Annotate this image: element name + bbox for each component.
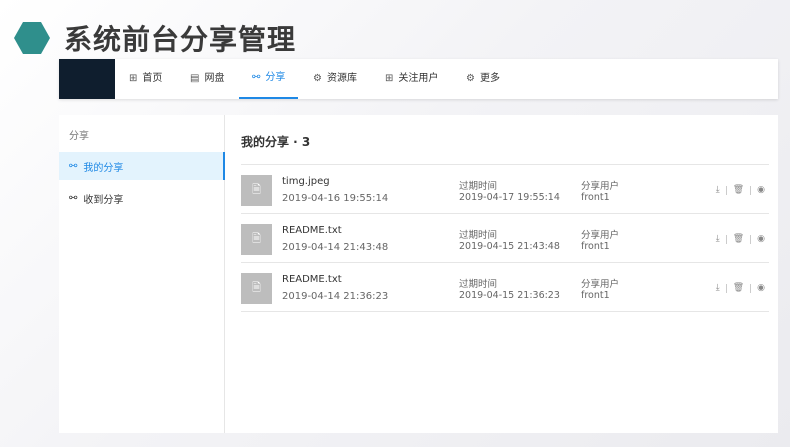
expire-time: 2019-04-15 21:43:48 [459, 241, 560, 252]
share-user-label: 分享用户 [581, 230, 620, 241]
nav-item-netdisk[interactable]: ▤ 网盘 [190, 59, 224, 99]
list-item[interactable]: 🗎 timg.jpeg 2019-04-16 19:55:14 过期时间 201… [241, 165, 769, 214]
share-user: front1 [581, 241, 610, 252]
share-list: 🗎 timg.jpeg 2019-04-16 19:55:14 过期时间 201… [241, 164, 769, 312]
download-icon[interactable]: ⤓ [716, 185, 720, 195]
file-name[interactable]: README.txt [282, 274, 342, 285]
file-icon: 🗎 [241, 175, 272, 206]
app-logo[interactable] [59, 59, 115, 99]
share-icon: ⚯ [69, 192, 78, 204]
expire-label: 过期时间 [459, 230, 498, 241]
sidebar-item-received-shares[interactable]: ⚯ 收到分享 [59, 184, 225, 212]
top-navigation: ⊞ 首页 ▤ 网盘 ⚯ 分享 ⚙ 资源库 ⊞ 关注用户 ⚙ 更多 [59, 59, 778, 99]
trash-icon[interactable]: 🗑 [733, 234, 744, 244]
trash-icon[interactable]: 🗑 [733, 185, 744, 195]
nav-item-label: 更多 [479, 73, 500, 84]
eye-icon[interactable]: ◉ [757, 283, 765, 293]
nav-item-label: 分享 [265, 72, 286, 83]
share-content: 我的分享 · 3 🗎 timg.jpeg 2019-04-16 19:55:14… [241, 115, 769, 433]
download-icon[interactable]: ⤓ [716, 234, 720, 244]
row-actions: ⤓ 🗑 ◉ [716, 283, 765, 293]
share-user-label: 分享用户 [581, 279, 620, 290]
sidebar-heading: 分享 [69, 131, 89, 142]
nav-item-more[interactable]: ⚙ 更多 [466, 59, 500, 99]
hexagon-icon [14, 22, 50, 54]
sidebar-item-label: 收到分享 [83, 194, 124, 206]
created-time: 2019-04-14 21:43:48 [282, 242, 389, 253]
share-user: front1 [581, 192, 610, 203]
list-item[interactable]: 🗎 README.txt 2019-04-14 21:43:48 过期时间 20… [241, 214, 769, 263]
gear-icon: ⚙ [313, 73, 322, 84]
nav-item-share[interactable]: ⚯ 分享 [239, 59, 299, 99]
main-panel: 分享 ⚯ 我的分享 ⚯ 收到分享 我的分享 · 3 🗎 timg.jpeg 20… [59, 115, 778, 433]
grid-icon: ⊞ [129, 73, 138, 84]
share-icon: ⚯ [69, 160, 78, 172]
folder-icon: ▤ [190, 73, 200, 84]
eye-icon[interactable]: ◉ [757, 185, 765, 195]
expire-time: 2019-04-15 21:36:23 [459, 290, 560, 301]
row-actions: ⤓ 🗑 ◉ [716, 234, 765, 244]
file-name[interactable]: README.txt [282, 225, 342, 236]
page-title: 我的分享 · 3 [241, 135, 311, 149]
trash-icon[interactable]: 🗑 [733, 283, 744, 293]
file-name[interactable]: timg.jpeg [282, 176, 330, 187]
sidebar-item-my-shares[interactable]: ⚯ 我的分享 [59, 152, 225, 180]
row-actions: ⤓ 🗑 ◉ [716, 185, 765, 195]
created-time: 2019-04-16 19:55:14 [282, 193, 389, 204]
slide-title: 系统前台分享管理 [64, 23, 297, 56]
nav-item-home[interactable]: ⊞ 首页 [129, 59, 162, 99]
download-icon[interactable]: ⤓ [716, 283, 720, 293]
nav-item-library[interactable]: ⚙ 资源库 [313, 59, 357, 99]
list-item[interactable]: 🗎 README.txt 2019-04-14 21:36:23 过期时间 20… [241, 263, 769, 312]
nav-item-follow[interactable]: ⊞ 关注用户 [385, 59, 438, 99]
nav-item-label: 首页 [142, 73, 163, 84]
nav-item-label: 网盘 [204, 73, 225, 84]
created-time: 2019-04-14 21:36:23 [282, 291, 389, 302]
file-icon: 🗎 [241, 273, 272, 304]
expire-label: 过期时间 [459, 181, 498, 192]
expire-label: 过期时间 [459, 279, 498, 290]
sidebar: 分享 ⚯ 我的分享 ⚯ 收到分享 [59, 115, 225, 433]
share-user: front1 [581, 290, 610, 301]
expire-time: 2019-04-17 19:55:14 [459, 192, 560, 203]
file-icon: 🗎 [241, 224, 272, 255]
share-user-label: 分享用户 [581, 181, 620, 192]
gear-icon: ⚙ [466, 73, 475, 84]
grid-icon: ⊞ [385, 73, 394, 84]
sidebar-item-label: 我的分享 [83, 162, 124, 174]
share-icon: ⚯ [252, 72, 261, 83]
nav-item-label: 关注用户 [398, 73, 439, 84]
nav-item-label: 资源库 [326, 73, 357, 84]
eye-icon[interactable]: ◉ [757, 234, 765, 244]
